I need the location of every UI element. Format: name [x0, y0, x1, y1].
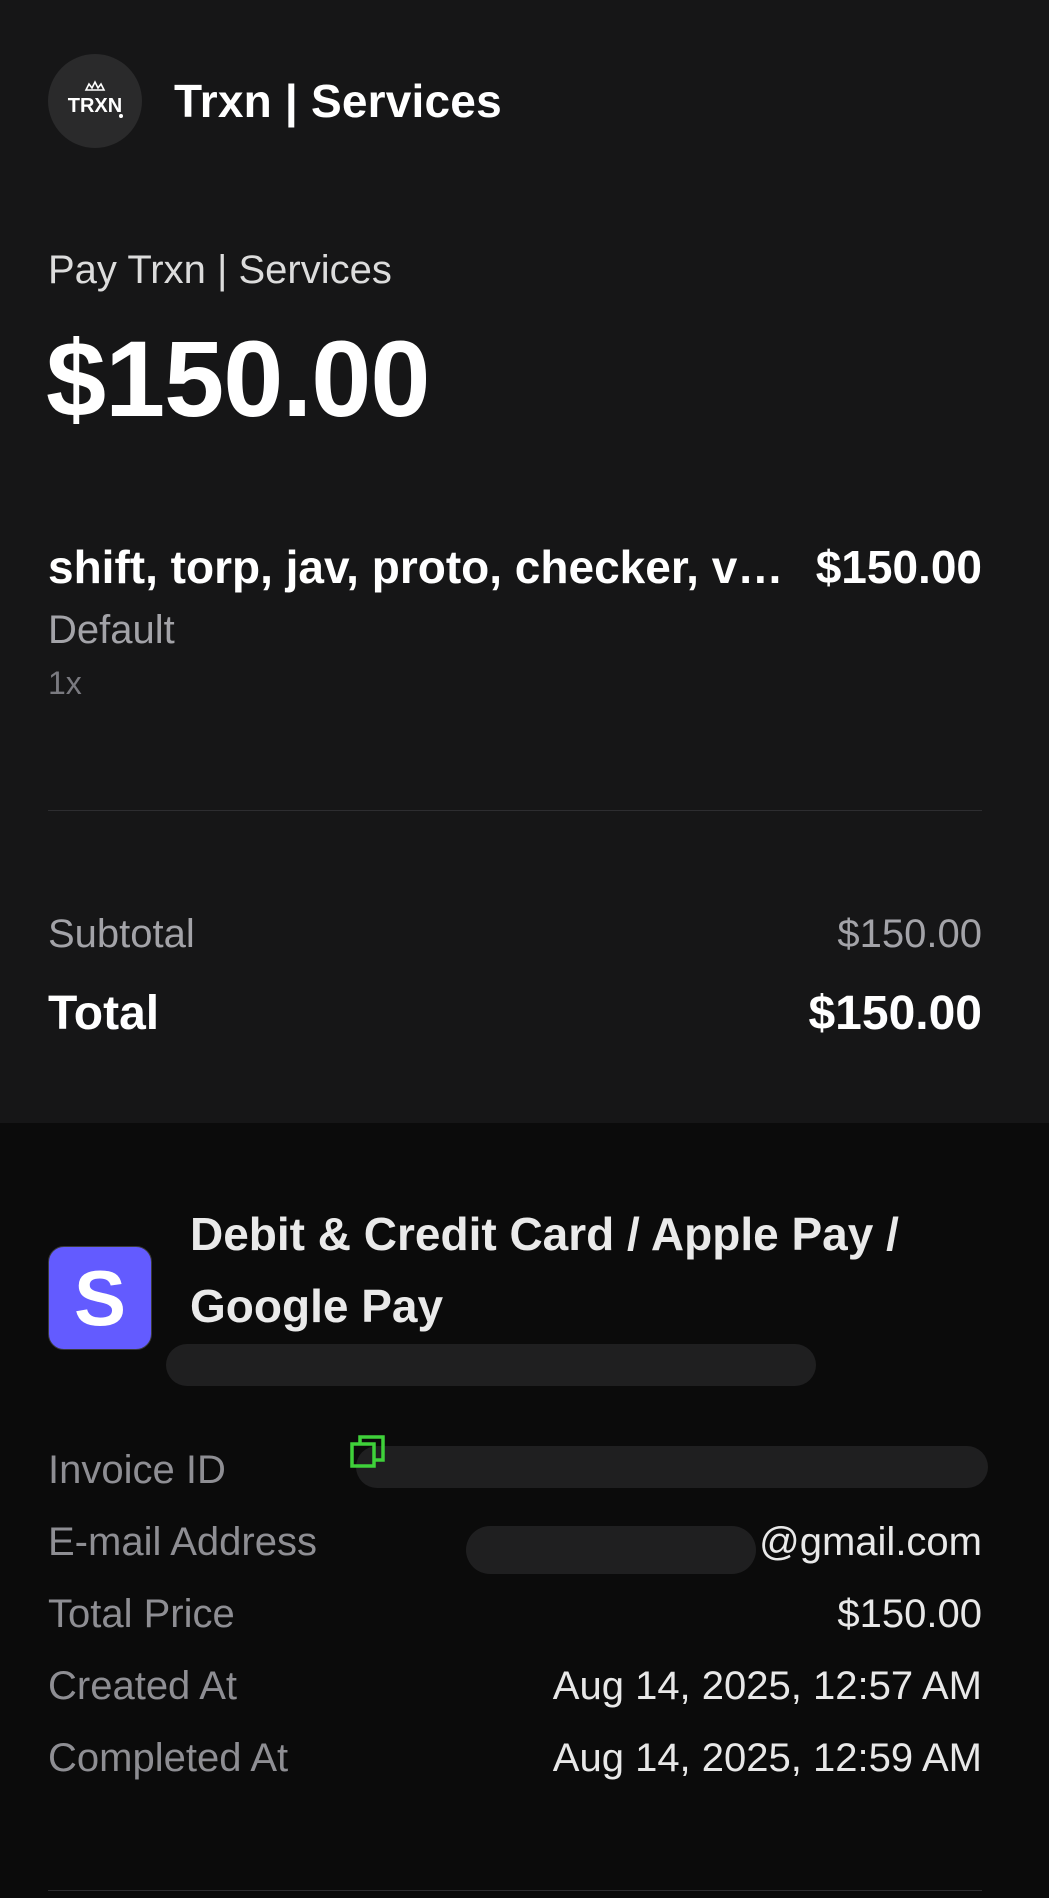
completed-at-label: Completed At	[48, 1736, 289, 1780]
subtotal-value: $150.00	[837, 912, 982, 956]
total-price-label: Total Price	[48, 1592, 235, 1636]
stripe-logo-icon: S	[48, 1246, 152, 1350]
created-at-label: Created At	[48, 1664, 238, 1708]
merchant-logo-icon: TRXN	[68, 80, 123, 118]
svg-text:TRXN: TRXN	[68, 95, 122, 117]
payment-method-label: Debit & Credit Card / Apple Pay / Google…	[190, 1208, 899, 1332]
total-label: Total	[48, 987, 160, 1040]
invoice-id-label: Invoice ID	[48, 1448, 226, 1492]
line-item-quantity: 1x	[48, 665, 82, 701]
email-row: E-mail Address @gmail.com	[48, 1520, 982, 1565]
line-item-price: $150.00	[815, 541, 982, 593]
line-item: shift, torp, jav, proto, checker, void $…	[48, 540, 982, 702]
completed-at-row: Completed At Aug 14, 2025, 12:59 AM	[48, 1736, 982, 1781]
created-at-value: Aug 14, 2025, 12:57 AM	[552, 1664, 982, 1708]
subtotal-row: Subtotal $150.00	[48, 912, 982, 957]
email-label: E-mail Address	[48, 1520, 317, 1564]
divider	[48, 810, 982, 811]
merchant-name: Trxn | Services	[174, 75, 502, 127]
created-at-row: Created At Aug 14, 2025, 12:57 AM	[48, 1664, 982, 1709]
redaction-mark	[166, 1344, 816, 1386]
total-row: Total $150.00	[48, 986, 982, 1041]
total-price-value: $150.00	[837, 1592, 982, 1636]
total-value: $150.00	[808, 987, 982, 1040]
checkout-summary-panel: TRXN Trxn | Services Pay Trxn | Services…	[0, 0, 1049, 1123]
total-price-row: Total Price $150.00	[48, 1592, 982, 1637]
divider	[48, 1890, 982, 1891]
line-item-variant: Default	[48, 608, 175, 652]
completed-at-value: Aug 14, 2025, 12:59 AM	[552, 1736, 982, 1780]
payment-amount: $150.00	[46, 318, 430, 439]
pay-label: Pay Trxn | Services	[48, 248, 392, 292]
email-value: @gmail.com	[759, 1520, 982, 1564]
payment-method: S Debit & Credit Card / Apple Pay / Goog…	[48, 1198, 950, 1350]
copy-icon[interactable]	[348, 1432, 388, 1482]
merchant-logo: TRXN	[48, 54, 142, 148]
subtotal-label: Subtotal	[48, 912, 195, 956]
invoice-id-row: Invoice ID	[48, 1435, 982, 1493]
line-item-name: shift, torp, jav, proto, checker, void	[48, 541, 788, 593]
merchant-header: TRXN Trxn | Services	[48, 54, 502, 148]
